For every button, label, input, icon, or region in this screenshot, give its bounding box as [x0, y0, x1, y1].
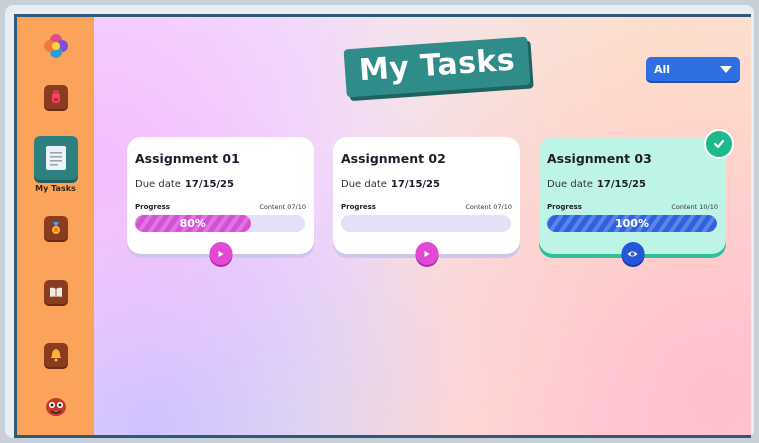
notepad-icon: [45, 146, 66, 170]
filter-selected-value: All: [654, 62, 671, 76]
task-title: Assignment 03: [547, 151, 652, 166]
progress-bar: 100%: [547, 215, 717, 232]
backpack-icon: [51, 90, 60, 103]
flower-logo-icon: [43, 34, 68, 58]
play-icon: [424, 250, 430, 257]
medal-icon: [51, 222, 60, 234]
progress-fill: 100%: [547, 215, 717, 232]
book-icon: [49, 287, 62, 297]
due-date-value: 17/15/25: [596, 179, 646, 190]
sidebar-item-notifications[interactable]: [43, 343, 68, 367]
chevron-down-icon: [720, 65, 732, 73]
due-label: Due date: [547, 179, 593, 190]
sidebar-tile: [43, 85, 68, 109]
bell-icon: [50, 349, 61, 362]
sidebar-item-medal[interactable]: [43, 216, 68, 240]
page-title-banner: My Tasks: [343, 36, 531, 98]
due-date-value: 17/15/25: [184, 179, 234, 190]
due-date-row: Due date 17/15/25: [547, 179, 646, 190]
filter-dropdown[interactable]: All: [646, 57, 740, 81]
due-date-value: 17/15/25: [390, 179, 440, 190]
eye-icon: [627, 251, 638, 256]
task-title: Assignment 01: [135, 151, 240, 166]
content-count: Content 07/10: [465, 203, 512, 211]
progress-bar: 80%: [135, 215, 305, 232]
progress-label: Progress: [341, 203, 376, 211]
sidebar-tile: [43, 280, 68, 304]
due-label: Due date: [135, 179, 181, 190]
sidebar-item-backpack[interactable]: [43, 85, 68, 109]
sidebar-item-my-tasks[interactable]: My Tasks: [33, 136, 78, 193]
content-count: Content 10/10: [671, 203, 718, 211]
sidebar-tile-active: [33, 136, 78, 180]
view-button[interactable]: [621, 242, 644, 265]
sidebar-tile: [43, 216, 68, 240]
checkmark-icon: [713, 139, 725, 149]
due-date-row: Due date 17/15/25: [341, 179, 440, 190]
due-label: Due date: [341, 179, 387, 190]
sidebar: My Tasks: [17, 17, 94, 435]
task-title: Assignment 02: [341, 151, 446, 166]
sidebar-item-book[interactable]: [43, 280, 68, 304]
play-button[interactable]: [209, 242, 232, 265]
task-card-completed[interactable]: Assignment 03 Due date 17/15/25 Progress …: [539, 129, 734, 265]
completed-check-badge: [704, 129, 734, 159]
sidebar-item-label: My Tasks: [35, 184, 76, 193]
progress-fill: 80%: [135, 215, 251, 232]
monster-avatar-icon: [45, 395, 66, 416]
progress-label: Progress: [135, 203, 170, 211]
sidebar-tile: [43, 343, 68, 367]
play-button[interactable]: [415, 242, 438, 265]
progress-label: Progress: [547, 203, 582, 211]
page-title: My Tasks: [343, 36, 531, 98]
progress-bar: [341, 215, 511, 232]
play-icon: [218, 250, 224, 257]
content-count: Content 07/10: [259, 203, 306, 211]
due-date-row: Due date 17/15/25: [135, 179, 234, 190]
task-card[interactable]: Assignment 02 Due date 17/15/25 Progress …: [333, 137, 520, 265]
task-card[interactable]: Assignment 01 Due date 17/15/25 Progress …: [127, 137, 314, 265]
logo-button[interactable]: [43, 33, 69, 59]
app-screen: My Tasks My Tasks All Assignment 01 Due …: [14, 14, 751, 438]
profile-avatar[interactable]: [43, 392, 69, 418]
